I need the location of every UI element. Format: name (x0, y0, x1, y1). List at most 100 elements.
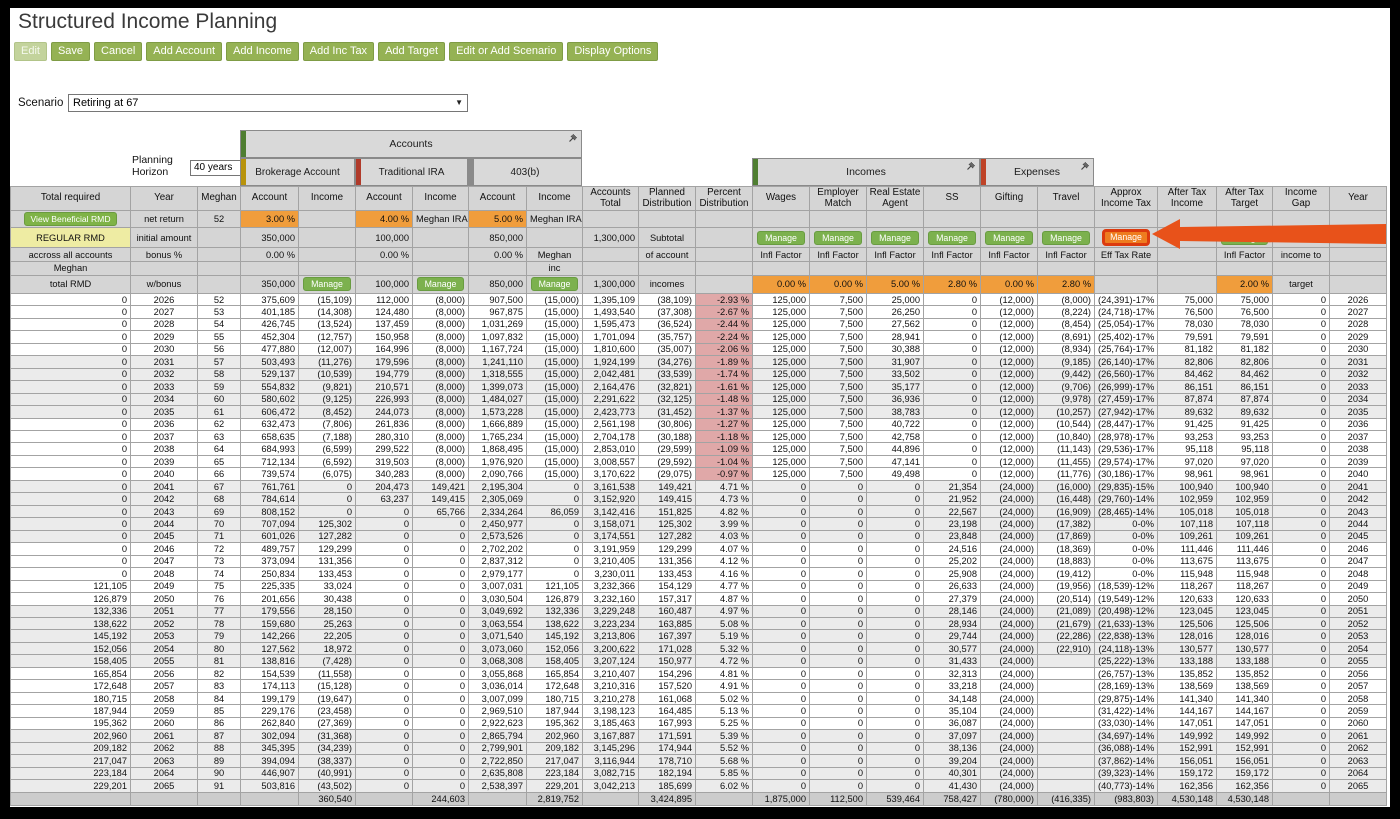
manage-button[interactable]: Manage (1220, 230, 1269, 245)
cell: 135,852 (1157, 666, 1217, 681)
cell: (25,402)-17% (1094, 330, 1158, 344)
cell: 7,500 (809, 355, 867, 369)
table-row: 0 2046 72 489,757 129,299 0 0 2,702,202 0 3,191,9… (10, 542, 1387, 556)
subheader-cell (695, 209, 753, 229)
manage-button[interactable]: Manage (416, 277, 465, 292)
pin-icon[interactable] (1080, 160, 1091, 171)
account-tab-brokerage-account[interactable]: Brokerage Account (240, 158, 355, 186)
accounts-group-header[interactable]: Accounts (240, 130, 582, 158)
cell: 1,031,269 (468, 317, 527, 332)
cell: 2058 (130, 691, 198, 706)
cell: 0 (355, 504, 413, 519)
cell: 159,172 (1157, 766, 1217, 781)
toolbar-button-cancel[interactable]: Cancel (94, 42, 143, 61)
cell: (19,549)-12% (1094, 592, 1158, 606)
cell: (24,000) (980, 579, 1038, 594)
subheader-cell (1157, 274, 1217, 294)
cell: (8,691) (1037, 330, 1095, 344)
cell: 2037 (130, 429, 198, 444)
subheader-cell (298, 247, 356, 263)
cell: 145,192 (526, 629, 583, 643)
manage-button[interactable]: Manage (1042, 230, 1090, 245)
scenario-select[interactable]: ▼ Retiring at 67 (68, 94, 468, 112)
manage-button[interactable]: Manage (985, 230, 1033, 245)
account-tab-traditional-ira[interactable]: Traditional IRA (355, 158, 468, 186)
cell: 141,340 (1216, 691, 1273, 706)
cell: 7,500 (809, 292, 867, 307)
cell: 22,567 (923, 504, 981, 519)
toolbar-button-add-target[interactable]: Add Target (378, 42, 446, 61)
subheader-cell (695, 247, 753, 263)
pin-icon[interactable] (966, 160, 977, 171)
cell: 2043 (1329, 504, 1387, 519)
cell: 154,129 (638, 579, 696, 594)
cell: 132,336 (526, 604, 583, 619)
cell: 187,944 (10, 704, 131, 718)
cell: (35,007) (638, 342, 696, 357)
incomes-group-header[interactable]: Incomes (752, 158, 980, 186)
cell: 2,922,623 (468, 716, 527, 731)
account-tab-403-b[interactable]: 403(b) (468, 158, 582, 186)
cell: (31,368) (298, 729, 356, 743)
cell: 0 (866, 654, 924, 668)
cell: 477,880 (240, 342, 299, 357)
cell: 63 (197, 429, 241, 444)
cell: 2061 (130, 729, 198, 743)
toolbar-button-edit-or-add-scenario[interactable]: Edit or Add Scenario (449, 42, 564, 61)
cell: 2,702,202 (468, 542, 527, 556)
cell: -1.48 % (695, 392, 753, 407)
toolbar-button-add-account[interactable]: Add Account (146, 42, 223, 61)
cell: 2,561,198 (582, 417, 639, 431)
subheader-cell (412, 227, 469, 249)
cell: 111,446 (1216, 542, 1273, 556)
cell: 319,503 (355, 454, 413, 469)
cell: 2029 (130, 330, 198, 344)
cell: 0 (809, 704, 867, 718)
table-row: 209,182 2062 88 345,395 (34,239) 0 0 2,799,901 2… (10, 741, 1387, 756)
cell: 0 (923, 454, 981, 469)
table-row: 121,105 2049 75 225,335 33,024 0 0 3,007,031 121… (10, 579, 1387, 594)
subheader-cell (980, 261, 1038, 276)
cell: 712,134 (240, 454, 299, 469)
manage-button[interactable]: Manage (757, 230, 805, 245)
cell: 88 (197, 741, 241, 756)
cell: (29,574)-17% (1094, 454, 1158, 469)
manage-button[interactable]: Manage (303, 277, 351, 292)
cell: 66 (197, 467, 241, 481)
cell: 149,415 (412, 492, 469, 506)
toolbar-button-display-options[interactable]: Display Options (567, 42, 659, 61)
cell: (17,869) (1037, 529, 1095, 544)
cell: 0 (1272, 380, 1330, 394)
subheader-cell (638, 209, 696, 229)
cell: 141,340 (1157, 691, 1217, 706)
cell (1037, 679, 1095, 693)
view-beneficial-rmd-button[interactable]: View Beneficial RMD (24, 212, 117, 226)
cell: (6,599) (298, 442, 356, 456)
subheader-cell: 2.00 % (1216, 274, 1273, 294)
table-row: 180,715 2058 84 199,179 (19,647) 0 0 3,007,099 1… (10, 691, 1387, 706)
manage-button[interactable]: Manage (928, 230, 976, 245)
manage-button[interactable]: Manage (530, 277, 579, 292)
cell: 57 (197, 355, 241, 369)
cell: 5.25 % (695, 716, 753, 731)
manage-button[interactable]: Manage (814, 230, 862, 245)
cell: 33,218 (923, 679, 981, 693)
expenses-group-header[interactable]: Expenses (980, 158, 1094, 186)
subheader-cell: net return (130, 209, 198, 229)
subheader-cell (582, 209, 639, 229)
subheader-cell (1272, 261, 1330, 276)
toolbar-button-save[interactable]: Save (50, 42, 91, 61)
cell: (24,000) (980, 554, 1038, 569)
cell: 0 (923, 405, 981, 419)
cell: 0 (809, 517, 867, 531)
cell: -1.27 % (695, 417, 753, 431)
cell: 127,282 (298, 529, 356, 544)
pin-icon[interactable] (568, 132, 579, 143)
cell: 38,783 (866, 405, 924, 419)
toolbar-button-add-inc-tax[interactable]: Add Inc Tax (302, 42, 375, 61)
toolbar-button-add-income[interactable]: Add Income (226, 42, 299, 61)
toolbar-button-edit[interactable]: Edit (14, 42, 47, 61)
manage-button[interactable]: Manage (871, 230, 919, 245)
manage-income-tax-button[interactable]: Manage (1102, 229, 1150, 247)
total-cell (130, 792, 198, 806)
